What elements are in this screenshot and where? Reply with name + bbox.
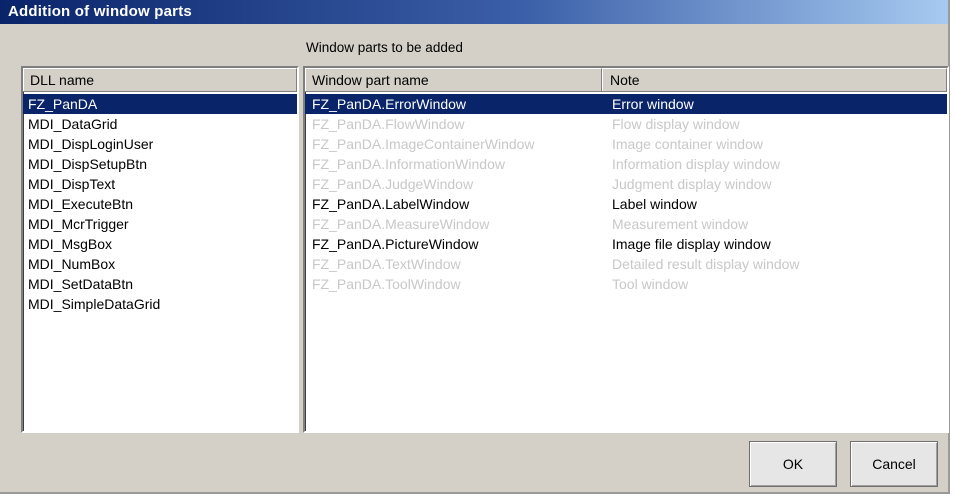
note-cell: Detailed result display window (612, 256, 800, 272)
dll-list-panel: DLL name FZ_PanDA MDI_DataGrid MDI_DispLog… (21, 66, 299, 433)
dll-list-item[interactable]: MDI_DispSetupBtn (23, 154, 297, 174)
dialog-title: Addition of window parts (0, 0, 948, 24)
ok-button[interactable]: OK (749, 441, 837, 487)
window-parts-panel: Window part name Note FZ_PanDA.ErrorWind… (303, 66, 949, 433)
dll-list-item[interactable]: MDI_DataGrid (23, 114, 297, 134)
dll-list-header-row: DLL name (23, 68, 297, 92)
note-cell: Measurement window (612, 216, 749, 232)
section-caption: Window parts to be added (306, 40, 463, 55)
window-parts-table: FZ_PanDA.ErrorWindow Error window FZ_PanDA… (305, 92, 947, 294)
window-part-name-cell: FZ_PanDA.ToolWindow (312, 276, 461, 292)
table-row[interactable]: FZ_PanDA.PictureWindow Image file display… (305, 234, 947, 254)
note-cell: Flow display window (612, 116, 740, 132)
window-part-name-cell: FZ_PanDA.FlowWindow (312, 116, 465, 132)
note-cell: Image container window (612, 136, 763, 152)
parts-table-header-row: Window part name Note (305, 68, 947, 92)
window-part-name-cell: FZ_PanDA.JudgeWindow (312, 176, 474, 192)
window-part-name-cell: FZ_PanDA.LabelWindow (312, 196, 470, 212)
dll-list-item[interactable]: MDI_DispText (23, 174, 297, 194)
dll-list-item[interactable]: MDI_McrTrigger (23, 214, 297, 234)
dll-list-item[interactable]: MDI_ExecuteBtn (23, 194, 297, 214)
dll-list-item[interactable]: MDI_DispLoginUser (23, 134, 297, 154)
table-row: FZ_PanDA.InformationWindow Information di… (305, 154, 947, 174)
window-part-name-cell: FZ_PanDA.MeasureWindow (312, 216, 490, 232)
note-cell: Information display window (612, 156, 781, 172)
table-row: FZ_PanDA.TextWindow Detailed result displ… (305, 254, 947, 274)
window-part-name-cell: FZ_PanDA.ErrorWindow (312, 96, 467, 112)
add-window-parts-dialog: Addition of window parts Window parts to… (0, 0, 950, 494)
dll-list-item[interactable]: MDI_SimpleDataGrid (23, 294, 297, 314)
table-row: FZ_PanDA.ImageContainerWindow Image conta… (305, 134, 947, 154)
window-part-name-column-header[interactable]: Window part name (305, 68, 602, 91)
note-cell: Judgment display window (612, 176, 772, 192)
note-column-header[interactable]: Note (602, 68, 947, 91)
window-part-name-cell: FZ_PanDA.ImageContainerWindow (312, 136, 535, 152)
note-cell: Error window (612, 96, 694, 112)
dll-list-item[interactable]: FZ_PanDA (23, 94, 297, 114)
window-part-name-cell: FZ_PanDA.TextWindow (312, 256, 461, 272)
table-row[interactable]: FZ_PanDA.ErrorWindow Error window (305, 94, 947, 114)
window-part-name-cell: FZ_PanDA.PictureWindow (312, 236, 479, 252)
table-row: FZ_PanDA.MeasureWindow Measurement window (305, 214, 947, 234)
dll-list-item[interactable]: MDI_NumBox (23, 254, 297, 274)
dll-list-item[interactable]: MDI_MsgBox (23, 234, 297, 254)
table-row: FZ_PanDA.ToolWindow Tool window (305, 274, 947, 294)
table-row: FZ_PanDA.JudgeWindow Judgment display win… (305, 174, 947, 194)
dll-list-item[interactable]: MDI_SetDataBtn (23, 274, 297, 294)
table-row[interactable]: FZ_PanDA.LabelWindow Label window (305, 194, 947, 214)
cancel-button[interactable]: Cancel (850, 441, 938, 487)
note-cell: Tool window (612, 276, 689, 292)
table-row: FZ_PanDA.FlowWindow Flow display window (305, 114, 947, 134)
note-cell: Image file display window (612, 236, 771, 252)
note-cell: Label window (612, 196, 697, 212)
window-part-name-cell: FZ_PanDA.InformationWindow (312, 156, 505, 172)
dll-list: FZ_PanDA MDI_DataGrid MDI_DispLoginUser MDI… (23, 92, 297, 314)
dll-name-column-header[interactable]: DLL name (23, 68, 297, 91)
